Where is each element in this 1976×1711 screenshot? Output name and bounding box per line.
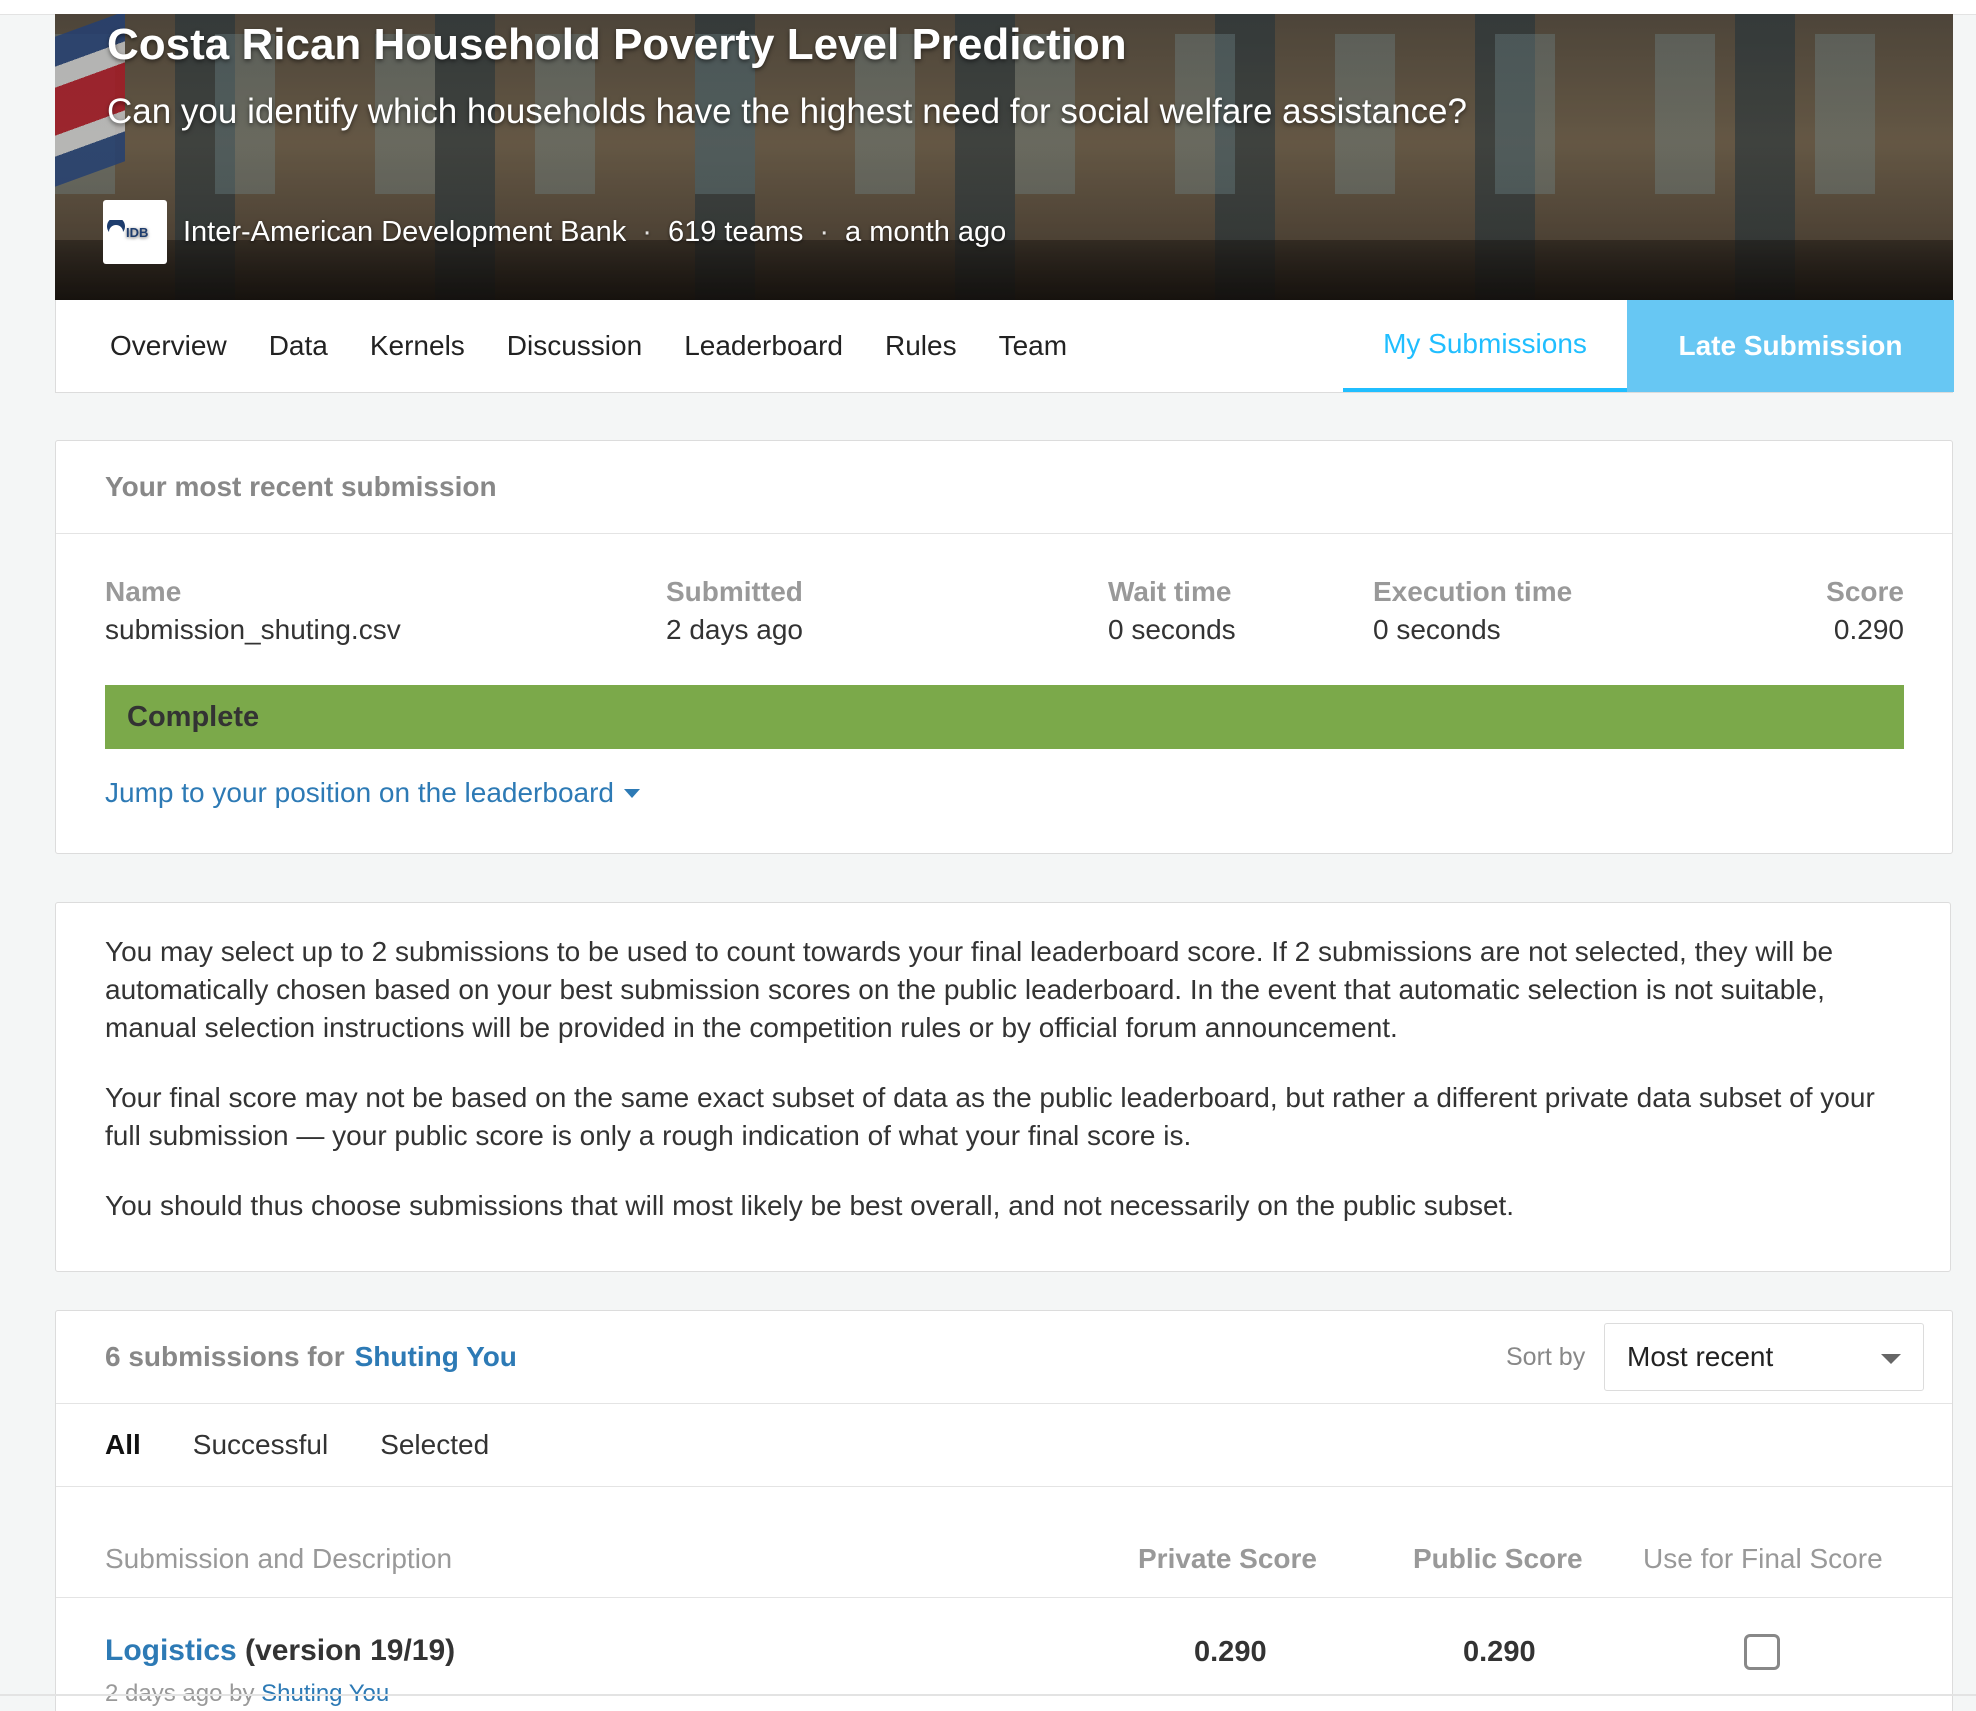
stat-wait-time: Wait time 0 seconds (1108, 576, 1236, 645)
filter-selected[interactable]: Selected (380, 1429, 489, 1461)
competition-page: Costa Rican Household Poverty Level Pred… (55, 14, 1954, 1711)
competition-subtitle: Can you identify which households have t… (107, 92, 1467, 131)
filter-all[interactable]: All (105, 1429, 141, 1461)
tab-data[interactable]: Data (269, 330, 328, 362)
competition-nav: Overview Data Kernels Discussion Leaderb… (55, 300, 1954, 393)
caret-down-icon (624, 788, 640, 798)
submission-title: Logistics (version 19/19) (105, 1634, 456, 1667)
filter-successful[interactable]: Successful (193, 1429, 328, 1461)
kernel-link[interactable]: Logistics (105, 1634, 237, 1667)
submissions-count-title: 6 submissions for Shuting You (105, 1341, 517, 1373)
sort-select[interactable]: Most recent (1604, 1323, 1924, 1391)
host-logo[interactable]: IDB (103, 200, 167, 264)
submissions-list-card: 6 submissions for Shuting You Sort by Mo… (55, 1310, 1953, 1711)
user-profile-link[interactable]: Shuting You (355, 1341, 517, 1373)
column-header-description: Submission and Description (105, 1543, 453, 1574)
tab-discussion[interactable]: Discussion (507, 330, 642, 362)
submission-filters: All Successful Selected (56, 1404, 1952, 1487)
column-header-public-score: Public Score (1413, 1543, 1583, 1574)
tab-kernels[interactable]: Kernels (370, 330, 465, 362)
late-submission-button[interactable]: Late Submission (1627, 300, 1954, 392)
info-paragraph-2: Your final score may not be based on the… (105, 1082, 1875, 1151)
competition-title: Costa Rican Household Poverty Level Pred… (107, 20, 1127, 69)
stat-name: Name submission_shuting.csv (105, 576, 401, 645)
svg-text:IDB: IDB (126, 225, 148, 240)
info-paragraph-1: You may select up to 2 submissions to be… (105, 936, 1834, 1043)
tab-team[interactable]: Team (999, 330, 1067, 362)
competition-time: a month ago (845, 215, 1007, 248)
stat-score: Score 0.290 (1826, 576, 1904, 645)
info-paragraph-3: You should thus choose submissions that … (105, 1190, 1515, 1221)
sort-by-label: Sort by (1506, 1342, 1586, 1371)
public-score: 0.290 (1463, 1636, 1536, 1668)
private-score: 0.290 (1194, 1636, 1267, 1668)
idb-logo-icon: IDB (107, 220, 148, 240)
jump-to-leaderboard-link[interactable]: Jump to your position on the leaderboard (105, 777, 640, 809)
host-name[interactable]: Inter-American Development Bank (183, 216, 626, 249)
tab-overview[interactable]: Overview (110, 330, 227, 362)
column-header-use-for-final: Use for Final Score (1643, 1543, 1883, 1574)
chevron-down-icon (1881, 1354, 1901, 1364)
tab-leaderboard[interactable]: Leaderboard (684, 330, 843, 362)
column-header-private-score: Private Score (1138, 1543, 1317, 1574)
stat-submitted: Submitted 2 days ago (666, 576, 803, 645)
competition-meta: IDB Inter-American Development Bank · 61… (103, 200, 1006, 264)
table-row: Logistics (version 19/19) 2 days ago by … (56, 1598, 1952, 1708)
submission-filename: submission_shuting.csv (105, 614, 401, 645)
team-count[interactable]: 619 teams (668, 216, 803, 249)
status-complete-bar: Complete (105, 685, 1904, 749)
selection-info-card: You may select up to 2 submissions to be… (55, 902, 1951, 1272)
tab-my-submissions[interactable]: My Submissions (1343, 300, 1627, 392)
recent-submission-header: Your most recent submission (56, 441, 1952, 534)
use-for-final-checkbox[interactable] (1744, 1634, 1780, 1670)
stat-execution-time: Execution time 0 seconds (1373, 576, 1573, 645)
browser-top-edge (0, 0, 1976, 15)
table-header: Submission and Description Private Score… (56, 1487, 1952, 1598)
tab-rules[interactable]: Rules (885, 330, 957, 362)
recent-submission-card: Your most recent submission Name submiss… (55, 440, 1953, 854)
competition-header: Costa Rican Household Poverty Level Pred… (55, 14, 1953, 300)
